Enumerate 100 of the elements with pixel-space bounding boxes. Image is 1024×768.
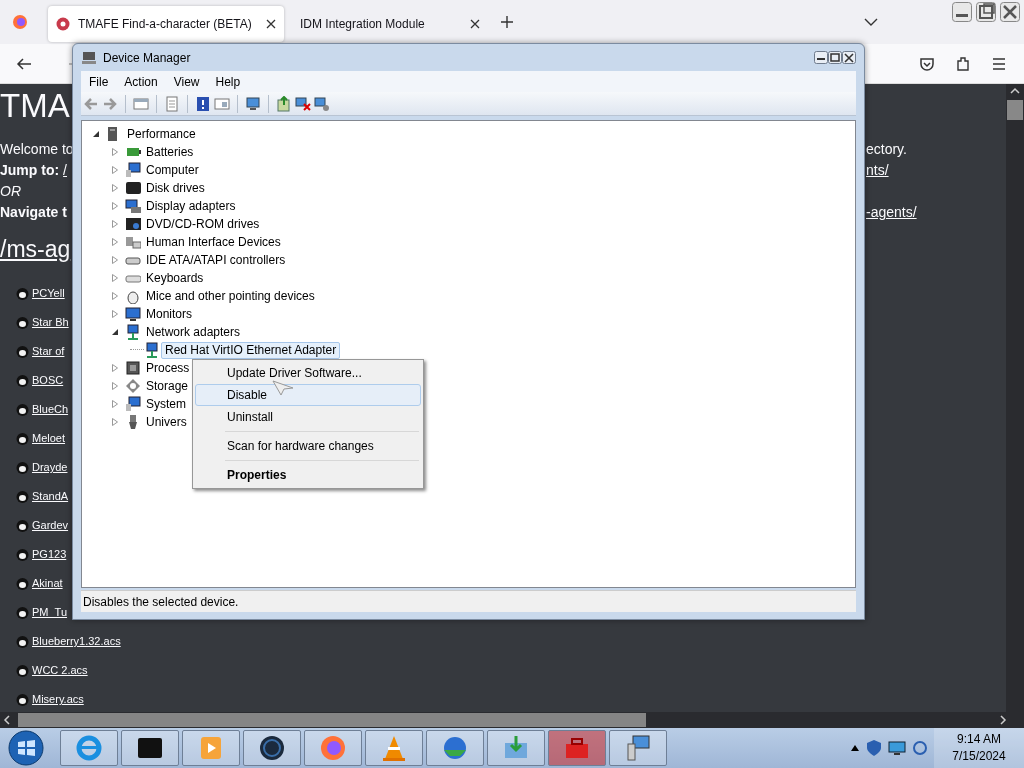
file-icon [16, 373, 29, 388]
status-text: Disables the selected device. [83, 593, 239, 611]
new-tab-icon[interactable] [500, 15, 514, 29]
file-icon [16, 692, 29, 707]
file-link[interactable]: Meloet [32, 430, 66, 447]
disable-icon[interactable] [314, 95, 330, 112]
tree-item[interactable]: DVD/CD-ROM drives [142, 215, 264, 233]
file-link[interactable]: PM_Tu [32, 604, 68, 621]
scrollbar-thumb[interactable] [1007, 100, 1023, 120]
menu-icon[interactable] [991, 56, 1007, 71]
scrollbar-thumb[interactable] [18, 713, 646, 727]
browser-tab[interactable]: IDM Integration Module [292, 6, 488, 42]
expand-arrow-icon[interactable] [92, 130, 100, 138]
close-icon[interactable] [470, 19, 480, 29]
tree-item[interactable]: Performance [123, 125, 200, 143]
menu-item[interactable]: Uninstall [195, 406, 421, 428]
menu-item[interactable]: Update Driver Software... [195, 362, 421, 384]
tree-item[interactable]: Red Hat VirtIO Ethernet Adapter [161, 341, 341, 359]
tree-item[interactable]: Storage [142, 377, 193, 395]
optical-drive-icon [125, 216, 141, 232]
file-link[interactable]: BlueCh [32, 401, 69, 418]
maximize-icon[interactable] [976, 2, 996, 22]
file-icon [16, 605, 29, 620]
shield-icon[interactable] [866, 739, 882, 757]
label-text: Jump to: [0, 161, 60, 180]
help-icon[interactable] [195, 95, 211, 112]
maximize-icon[interactable] [828, 51, 842, 64]
file-link[interactable]: WCC 2.acs [32, 662, 88, 679]
monitor-icon[interactable] [888, 740, 906, 756]
tree-item[interactable]: Network adapters [142, 323, 245, 341]
file-link[interactable]: StandA [32, 488, 69, 505]
file-icon [16, 315, 29, 330]
computer-icon [125, 396, 141, 412]
link[interactable]: -agents/ [866, 204, 917, 220]
tree-item[interactable]: Batteries [142, 143, 198, 161]
device-manager-icon [81, 50, 97, 65]
body-text: OR [0, 182, 21, 201]
menu-item[interactable]: View [165, 72, 208, 91]
pocket-icon[interactable] [919, 55, 935, 72]
computer-icon[interactable] [245, 95, 261, 112]
link[interactable]: / [63, 160, 67, 181]
browser-logo-icon [12, 14, 28, 30]
computer-icon [125, 162, 141, 178]
label-text: Navigate t [0, 203, 67, 222]
tree-item[interactable]: Disk drives [142, 179, 209, 197]
tree-item[interactable]: Univers [142, 413, 191, 431]
taskbar-button[interactable] [243, 730, 301, 766]
file-link[interactable]: Star of [32, 343, 65, 360]
file-icon [16, 460, 29, 475]
tree-item[interactable]: Computer [142, 161, 203, 179]
file-icon [16, 489, 29, 504]
start-button[interactable] [8, 730, 44, 766]
extensions-icon[interactable] [955, 55, 971, 72]
menu-item[interactable]: File [81, 72, 117, 91]
menu-item[interactable]: Disable [195, 384, 421, 406]
minimize-icon[interactable] [952, 2, 972, 22]
file-link[interactable]: PG123 [32, 546, 67, 563]
file-icon [16, 576, 29, 591]
tree-item[interactable]: Keyboards [142, 269, 208, 287]
browser-tab[interactable]: TMAFE Find-a-character (BETA) [48, 6, 284, 42]
file-link[interactable]: Drayde [32, 459, 68, 476]
forward-arrow-icon[interactable] [102, 95, 118, 112]
file-link[interactable]: BOSC [32, 372, 64, 389]
file-link[interactable]: Akinat [32, 575, 63, 592]
tree-item[interactable]: Mice and other pointing devices [142, 287, 319, 305]
close-icon[interactable] [842, 51, 856, 64]
file-link[interactable]: Star Bh [32, 314, 69, 331]
file-link[interactable]: PCYell [32, 285, 65, 302]
menu-item[interactable]: Scan for hardware changes [195, 435, 421, 457]
clock-date[interactable]: 7/15/2024 [952, 748, 1006, 765]
chevron-down-icon[interactable] [864, 17, 878, 27]
section-heading-link[interactable]: /ms-ag [0, 236, 71, 262]
link[interactable]: nts/ [866, 162, 889, 178]
storage-icon [125, 378, 141, 394]
tree-item[interactable]: Display adapters [142, 197, 240, 215]
file-link[interactable]: Misery.acs [32, 691, 84, 708]
file-link[interactable]: Blueberry1.32.acs [32, 633, 121, 650]
page-heading: TMA [0, 86, 71, 126]
tree-item[interactable]: IDE ATA/ATAPI controllers [142, 251, 290, 269]
menu-item[interactable]: Action [116, 72, 166, 91]
clock-time[interactable]: 9:14 AM [957, 731, 1001, 748]
display-adapter-icon [125, 198, 141, 214]
file-link[interactable]: Gardev [32, 517, 69, 534]
document-icon[interactable] [164, 95, 180, 112]
close-icon[interactable] [266, 19, 276, 29]
taskbar-button[interactable] [121, 730, 179, 766]
close-icon[interactable] [1000, 2, 1020, 22]
update-icon[interactable] [276, 95, 292, 112]
menu-item[interactable]: Help [207, 72, 249, 91]
tree-item[interactable]: Process [142, 359, 194, 377]
menu-item[interactable]: Properties [195, 464, 421, 486]
expand-arrow-icon[interactable] [111, 328, 119, 336]
tree-item[interactable]: Human Interface Devices [142, 233, 285, 251]
uninstall-icon[interactable] [295, 95, 311, 112]
tree-item[interactable]: System [142, 395, 190, 413]
tree-item[interactable]: Monitors [142, 305, 196, 323]
back-arrow-icon[interactable] [16, 55, 32, 72]
minimize-icon[interactable] [814, 51, 828, 64]
window-icon[interactable] [133, 95, 149, 112]
disk-drive-icon [125, 180, 141, 196]
